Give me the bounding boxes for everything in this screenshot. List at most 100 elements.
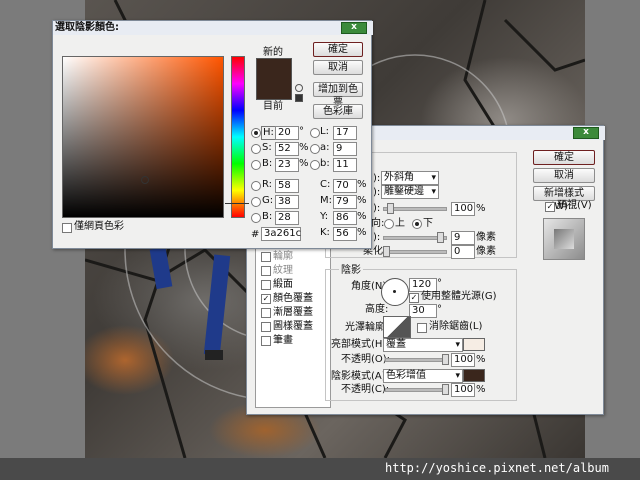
hex-input[interactable]: 3a261c: [261, 227, 301, 241]
texture-checkbox[interactable]: [261, 266, 271, 276]
highlight-color-swatch[interactable]: [463, 338, 485, 351]
green-input[interactable]: 38: [275, 195, 299, 209]
list-item-satin[interactable]: 緞面: [259, 278, 329, 292]
gradient-overlay-label: 漸層覆蓋: [273, 307, 313, 318]
brightness-radio[interactable]: [251, 160, 261, 170]
contour-checkbox[interactable]: [261, 252, 271, 262]
websafe-swatch[interactable]: [295, 94, 303, 102]
saturation-brightness-field[interactable]: [62, 56, 224, 218]
red-input[interactable]: 58: [275, 179, 299, 193]
cyan-unit: %: [357, 179, 367, 190]
web-colors-only-label: 僅網頁色彩: [74, 221, 124, 232]
picker-cancel-button[interactable]: 取消: [313, 60, 363, 75]
global-light-checkbox[interactable]: ✓: [409, 293, 419, 303]
color-picker-title[interactable]: 選取陰影顏色:: [53, 21, 373, 35]
highlight-mode-select[interactable]: 覆蓋: [383, 338, 463, 352]
list-item-gradient-overlay[interactable]: 漸層覆蓋: [259, 306, 329, 320]
depth-input[interactable]: 100: [451, 202, 475, 216]
anti-alias-checkbox[interactable]: [417, 323, 427, 333]
shadow-opacity-slider[interactable]: [385, 388, 447, 392]
lightness-radio[interactable]: [310, 128, 320, 138]
brightness-input[interactable]: 23: [275, 158, 299, 172]
black-unit: %: [357, 227, 367, 238]
yellow-label: Y:: [320, 211, 329, 222]
saturation-radio[interactable]: [251, 144, 261, 154]
color-field-cursor: [141, 176, 149, 184]
list-item-pattern-overlay[interactable]: 圖樣覆蓋: [259, 320, 329, 334]
altitude-unit: °: [437, 304, 442, 315]
list-item-texture[interactable]: 紋理: [259, 264, 329, 278]
new-style-button[interactable]: 新增樣式(W)...: [533, 186, 595, 212]
a-channel-input[interactable]: 9: [333, 142, 357, 156]
color-picker-close-button[interactable]: x: [341, 22, 367, 34]
style-select[interactable]: 外斜角: [381, 171, 439, 185]
b-channel-input[interactable]: 11: [333, 158, 357, 172]
cyan-input[interactable]: 70: [333, 179, 357, 193]
style-preview-inner: [554, 229, 574, 249]
direction-down-radio[interactable]: [412, 219, 422, 229]
gloss-contour-picker[interactable]: [383, 316, 411, 338]
soften-slider-thumb[interactable]: [383, 246, 390, 257]
depth-slider-thumb[interactable]: [387, 203, 394, 214]
technique-select[interactable]: 雕鑿硬邊: [381, 185, 439, 199]
angle-input[interactable]: 120: [409, 278, 437, 292]
size-input[interactable]: 9: [451, 231, 475, 245]
preview-checkbox[interactable]: ✓: [545, 202, 555, 212]
layer-style-close-button[interactable]: x: [573, 127, 599, 139]
new-color-swatch: [256, 58, 292, 100]
list-item-contour[interactable]: 輪廓: [259, 250, 329, 264]
pattern-overlay-label: 圖樣覆蓋: [273, 321, 313, 332]
satin-checkbox[interactable]: [261, 280, 271, 290]
size-slider-thumb[interactable]: [437, 232, 444, 243]
direction-up-radio[interactable]: [384, 219, 394, 229]
a-channel-radio[interactable]: [310, 144, 320, 154]
list-item-color-overlay[interactable]: ✓ 顏色覆蓋: [259, 292, 329, 306]
current-color-label: 目前: [263, 101, 283, 112]
stroke-checkbox[interactable]: [261, 336, 271, 346]
b-channel-label: b:: [320, 158, 330, 169]
highlight-opacity-input[interactable]: 100: [451, 353, 475, 367]
altitude-input[interactable]: 30: [409, 304, 437, 318]
layer-style-ok-button[interactable]: 確定: [533, 150, 595, 165]
highlight-opacity-thumb[interactable]: [442, 354, 449, 365]
altitude-label: 高度:: [365, 304, 389, 315]
hue-slider[interactable]: [231, 56, 245, 218]
gradient-overlay-checkbox[interactable]: [261, 308, 271, 318]
contour-label: 輪廓: [273, 251, 293, 262]
highlight-opacity-unit: %: [476, 354, 486, 365]
magenta-input[interactable]: 79: [333, 195, 357, 209]
yellow-input[interactable]: 86: [333, 211, 357, 225]
angle-dial[interactable]: [381, 278, 409, 306]
b-channel-radio[interactable]: [310, 160, 320, 170]
hue-input[interactable]: 20: [275, 126, 299, 140]
lightness-input[interactable]: 17: [333, 126, 357, 140]
layer-style-cancel-button[interactable]: 取消: [533, 168, 595, 183]
websafe-warning-icon[interactable]: [295, 84, 303, 92]
picker-ok-button[interactable]: 確定: [313, 42, 363, 57]
saturation-input[interactable]: 52: [275, 142, 299, 156]
hue-slider-marker[interactable]: [225, 203, 249, 206]
add-to-swatches-button[interactable]: 增加到色票: [313, 82, 363, 108]
soften-input[interactable]: 0: [451, 245, 475, 259]
blue-radio[interactable]: [251, 213, 261, 223]
cyan-label: C:: [320, 179, 331, 190]
shadow-mode-select[interactable]: 色彩增值: [383, 369, 463, 383]
color-libraries-button[interactable]: 色彩庫: [313, 104, 363, 119]
list-item-stroke[interactable]: 筆畫: [259, 334, 329, 348]
black-input[interactable]: 56: [333, 227, 357, 241]
preview-label: 預視(V): [557, 200, 592, 211]
highlight-opacity-slider[interactable]: [385, 358, 447, 362]
pattern-overlay-checkbox[interactable]: [261, 322, 271, 332]
web-colors-only-checkbox[interactable]: [62, 223, 72, 233]
soften-slider[interactable]: [383, 250, 447, 254]
hue-radio[interactable]: [251, 128, 261, 138]
blue-input[interactable]: 28: [275, 211, 299, 225]
shadow-opacity-input[interactable]: 100: [451, 383, 475, 397]
color-overlay-checkbox[interactable]: ✓: [261, 294, 271, 304]
green-radio[interactable]: [251, 197, 261, 207]
shadow-opacity-thumb[interactable]: [442, 384, 449, 395]
hue-unit: °: [299, 126, 304, 137]
size-unit: 像素: [476, 232, 496, 243]
red-radio[interactable]: [251, 181, 261, 191]
shadow-color-swatch[interactable]: [463, 369, 485, 382]
